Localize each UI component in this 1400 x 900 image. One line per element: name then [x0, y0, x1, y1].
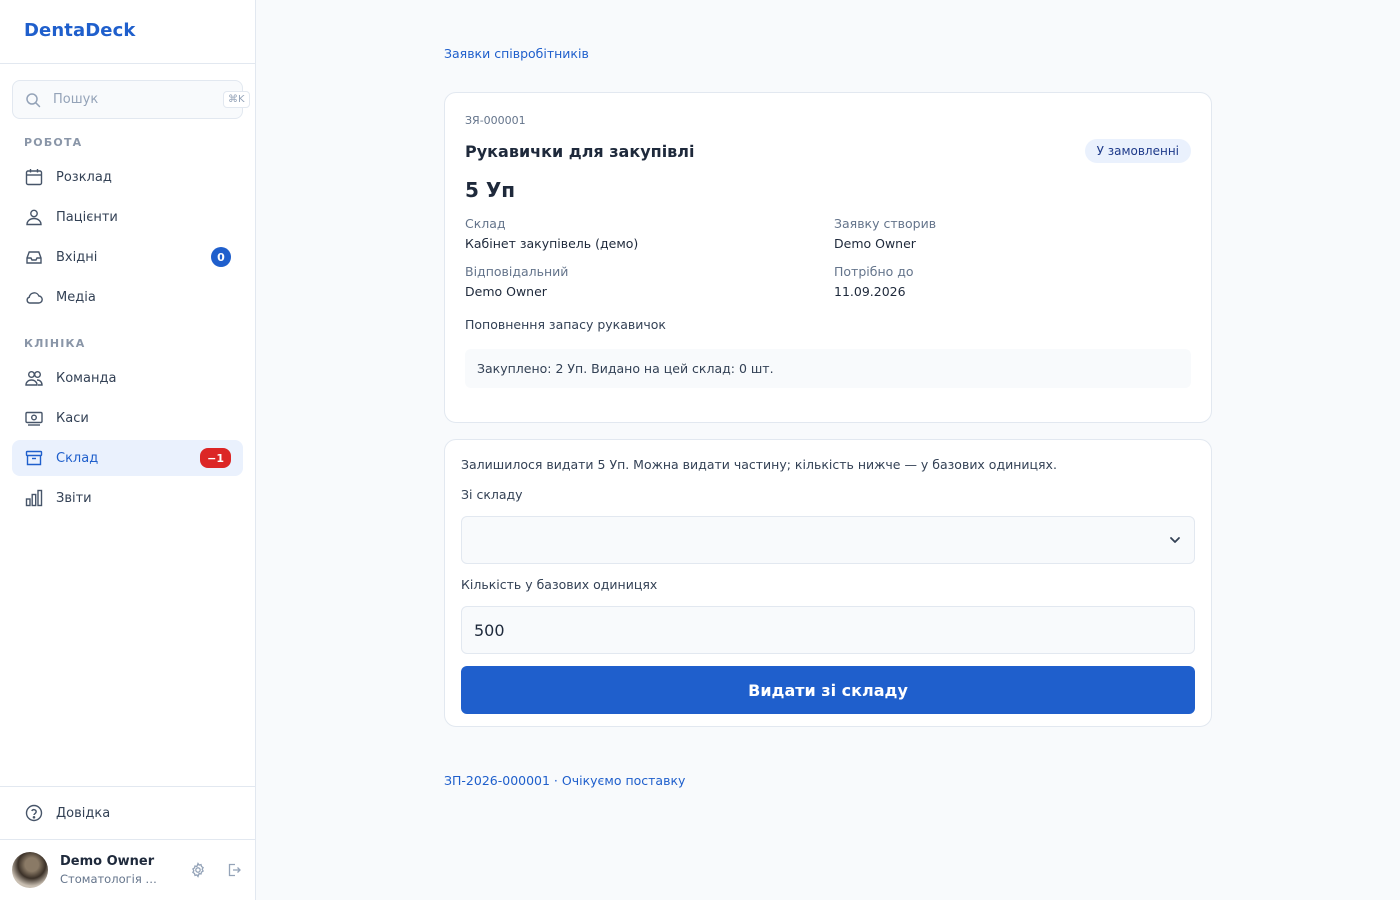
inbox-count-badge: 0	[211, 247, 231, 267]
search-input[interactable]	[53, 92, 223, 107]
sidebar-item-cash[interactable]: Каси	[12, 400, 243, 436]
request-details-card: ЗЯ-000001 Рукавички для закупівлі У замо…	[444, 92, 1212, 423]
search-box[interactable]: ⌘K	[12, 80, 250, 119]
team-icon	[24, 368, 44, 388]
sidebar-item-label: Склад	[56, 450, 99, 466]
user-info: Demo Owner Стоматологія П...	[60, 854, 172, 886]
sidebar-item-label: Команда	[56, 370, 117, 386]
from-warehouse-label: Зі складу	[461, 487, 523, 502]
search-shortcut: ⌘K	[223, 91, 250, 108]
sidebar-item-inbox[interactable]: Вхідні 0	[12, 239, 243, 275]
user-panel: Demo Owner Стоматологія П...	[0, 839, 256, 900]
breadcrumb-employee-requests[interactable]: Заявки співробітників	[444, 46, 589, 61]
sidebar-item-media[interactable]: Медіа	[12, 279, 243, 315]
calendar-icon	[24, 167, 44, 187]
brand: DentaDeck	[0, 0, 255, 64]
inbox-icon	[24, 247, 44, 267]
request-title-row: Рукавички для закупівлі У замовленні	[465, 139, 1191, 163]
request-note: Поповнення запасу рукавичок	[465, 317, 666, 332]
sidebar-footer-help: Довідка	[0, 786, 256, 840]
sidebar-item-help[interactable]: Довідка	[12, 795, 243, 831]
patients-icon	[24, 207, 44, 227]
field-created-by: Заявку створив Demo Owner	[834, 216, 1191, 251]
avatar[interactable]	[12, 852, 48, 888]
user-organization: Стоматологія П...	[60, 872, 164, 886]
sidebar-item-warehouse[interactable]: Склад −1	[12, 440, 243, 476]
logout-icon[interactable]	[224, 860, 244, 880]
search-icon	[25, 92, 41, 108]
sidebar-item-label: Довідка	[56, 805, 111, 821]
field-responsible: Відповідальний Demo Owner	[465, 264, 834, 299]
field-warehouse: Склад Кабінет закупівель (демо)	[465, 216, 834, 251]
sidebar-item-label: Каси	[56, 410, 89, 426]
quantity-label: Кількість у базових одиницях	[461, 577, 658, 592]
request-fields: Склад Кабінет закупівель (демо) Заявку с…	[465, 216, 1191, 299]
sidebar: DentaDeck ⌘K РОБОТА Розклад Пацієнти Вхі…	[0, 0, 256, 900]
field-value: 11.09.2026	[834, 284, 906, 299]
field-label: Потрібно до	[834, 264, 914, 279]
remaining-info: Залишилося видати 5 Уп. Можна видати час…	[461, 457, 1057, 472]
issue-form-card: Залишилося видати 5 Уп. Можна видати час…	[444, 439, 1212, 727]
sidebar-item-team[interactable]: Команда	[12, 360, 243, 396]
field-label: Заявку створив	[834, 216, 937, 231]
help-icon	[24, 803, 44, 823]
warehouse-alert-badge: −1	[200, 448, 231, 468]
purchase-order-link[interactable]: ЗП-2026-000001 · Очікуємо поставку	[444, 773, 685, 788]
field-value: Кабінет закупівель (демо)	[465, 236, 639, 251]
field-label: Склад	[465, 216, 506, 231]
sidebar-item-patients[interactable]: Пацієнти	[12, 199, 243, 235]
brand-logo-text[interactable]: DentaDeck	[24, 20, 135, 41]
chevron-down-icon	[1168, 533, 1182, 547]
cash-register-icon	[24, 408, 44, 428]
sidebar-item-label: Звіти	[56, 490, 92, 506]
section-label-work: РОБОТА	[24, 136, 83, 149]
sidebar-item-label: Медіа	[56, 289, 96, 305]
cloud-icon	[24, 287, 44, 307]
section-label-clinic: КЛІНІКА	[24, 337, 86, 350]
reports-icon	[24, 488, 44, 508]
status-badge: У замовленні	[1084, 139, 1191, 163]
request-quantity: 5 Уп	[465, 178, 516, 202]
quantity-input[interactable]	[461, 606, 1195, 654]
sidebar-item-schedule[interactable]: Розклад	[12, 159, 243, 195]
purchase-summary: Закуплено: 2 Уп. Видано на цей склад: 0 …	[465, 349, 1191, 388]
issue-from-warehouse-button[interactable]: Видати зі складу	[461, 666, 1195, 714]
gear-icon[interactable]	[188, 860, 208, 880]
warehouse-icon	[24, 448, 44, 468]
request-title: Рукавички для закупівлі	[465, 141, 695, 161]
user-name: Demo Owner	[60, 854, 155, 869]
field-value: Demo Owner	[465, 284, 547, 299]
sidebar-item-reports[interactable]: Звіти	[12, 480, 243, 516]
field-value: Demo Owner	[834, 236, 916, 251]
field-label: Відповідальний	[465, 264, 569, 279]
request-number: ЗЯ-000001	[465, 114, 526, 127]
sidebar-item-label: Розклад	[56, 169, 112, 185]
from-warehouse-select[interactable]	[461, 516, 1195, 564]
sidebar-item-label: Вхідні	[56, 249, 98, 265]
sidebar-item-label: Пацієнти	[56, 209, 118, 225]
field-due-date: Потрібно до 11.09.2026	[834, 264, 1191, 299]
